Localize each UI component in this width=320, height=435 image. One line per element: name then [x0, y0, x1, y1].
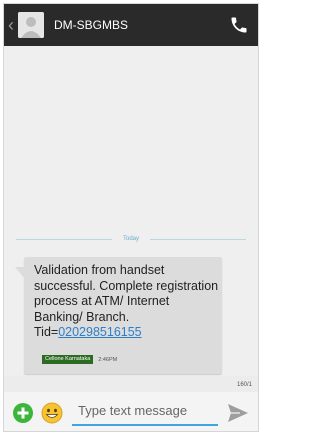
emoji-button[interactable]	[41, 402, 63, 424]
message-meta: Cellone Karnataka 2:46PM	[42, 355, 117, 364]
tid-link[interactable]: 020298516155	[58, 325, 141, 339]
action-bar: ‹ DM-SBGMBS	[4, 4, 258, 46]
message-input[interactable]	[72, 398, 218, 422]
conversation-view[interactable]: Today Validation from handset successful…	[4, 46, 258, 376]
message-text: Validation from handset successful. Comp…	[34, 263, 220, 341]
send-icon	[228, 404, 248, 422]
char-counter: 160/1	[236, 382, 252, 388]
sms-screen: ‹ DM-SBGMBS Today Validation from handse…	[3, 3, 259, 432]
compose-bar	[4, 392, 258, 431]
message-time: 2:46PM	[98, 356, 118, 363]
input-underline	[72, 424, 218, 426]
phone-icon	[231, 17, 247, 33]
contact-avatar-icon[interactable]	[18, 12, 44, 38]
add-attachment-button[interactable]	[13, 403, 33, 423]
emoji-icon	[41, 402, 63, 424]
call-button[interactable]	[220, 4, 258, 46]
send-button[interactable]	[226, 401, 250, 425]
sim-badge: Cellone Karnataka	[42, 355, 94, 364]
contact-name: DM-SBGMBS	[54, 18, 129, 32]
bubble-tail	[15, 267, 25, 279]
divider-line-right	[150, 239, 246, 240]
chevron-left-icon[interactable]: ‹	[8, 4, 18, 46]
message-bubble[interactable]: Validation from handset successful. Comp…	[15, 257, 222, 374]
date-divider: Today	[4, 234, 258, 244]
add-icon	[13, 403, 33, 423]
